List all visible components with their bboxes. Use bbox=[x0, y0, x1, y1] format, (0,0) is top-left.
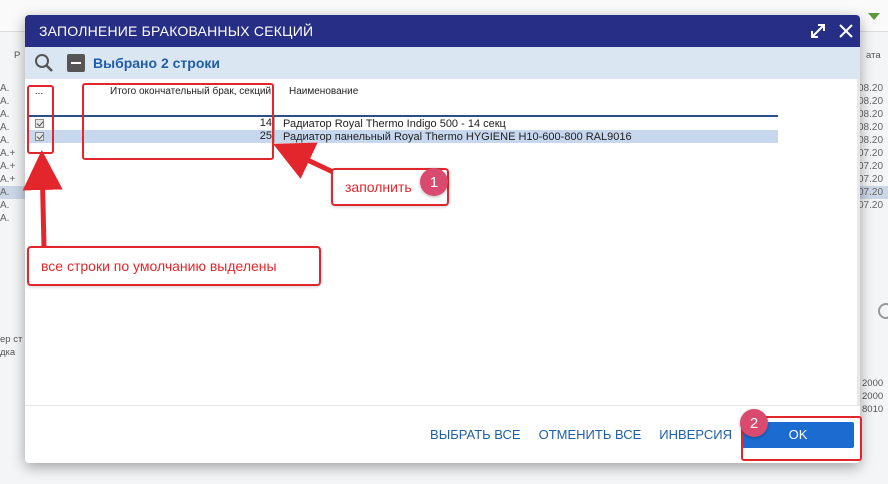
maximize-icon[interactable] bbox=[804, 15, 832, 47]
background-cell: A. bbox=[0, 186, 26, 199]
background-cell: A.+ bbox=[0, 148, 16, 159]
background-cell: 08.20 bbox=[858, 109, 884, 120]
background-cell: A. bbox=[0, 122, 10, 133]
background-cell: 8010 bbox=[862, 404, 884, 415]
dialog-title: ЗАПОЛНЕНИЕ БРАКОВАННЫХ СЕКЦИЙ bbox=[39, 23, 314, 39]
background-radio-icon[interactable] bbox=[878, 303, 888, 319]
row-name: Радиатор Royal Thermo Indigo 500 - 14 се… bbox=[283, 117, 506, 130]
annotation-box-checkboxes bbox=[27, 85, 54, 154]
background-cell: A.+ bbox=[0, 161, 16, 172]
background-cell: A. bbox=[0, 109, 10, 120]
background-cell: 08.20 bbox=[858, 122, 884, 133]
background-cell: 2000 bbox=[862, 378, 884, 389]
background-cell: A. bbox=[0, 200, 10, 211]
background-column-label-right: ата bbox=[866, 50, 881, 61]
background-column-label: Р bbox=[14, 50, 21, 61]
background-cell: 08.20 bbox=[858, 96, 884, 107]
column-header-name[interactable]: Наименование bbox=[275, 86, 358, 97]
background-cell: 2000 bbox=[862, 391, 884, 402]
background-cell: 08.20 bbox=[858, 83, 884, 94]
background-cell: 07.20 bbox=[858, 186, 888, 199]
background-right-rows: 08.20 08.20 08.20 08.20 08.20 07.20 07.2… bbox=[858, 82, 888, 212]
background-cell: 07.20 bbox=[858, 148, 884, 159]
close-icon[interactable] bbox=[832, 15, 860, 47]
background-left-rows: A. A. A. A. A. A.+ A.+ A.+ A. A. A. bbox=[0, 82, 26, 225]
background-cell: A. bbox=[0, 135, 10, 146]
background-cell: A. bbox=[0, 213, 10, 224]
step-badge-1: 1 bbox=[420, 168, 448, 196]
dialog-footer: ВЫБРАТЬ ВСЕ ОТМЕНИТЬ ВСЕ ИНВЕРСИЯ OK bbox=[25, 405, 860, 463]
annotation-box-qty-column bbox=[82, 83, 274, 160]
background-cell: A. bbox=[0, 83, 10, 94]
deselect-all-button[interactable]: ОТМЕНИТЬ ВСЕ bbox=[539, 427, 642, 442]
background-cell: 07.20 bbox=[858, 200, 884, 211]
background-cell: 07.20 bbox=[858, 161, 884, 172]
dialog-toolbar: Выбрано 2 строки bbox=[25, 47, 860, 79]
background-cell: 08.20 bbox=[858, 135, 884, 146]
step-badge-2: 2 bbox=[740, 409, 768, 437]
deselect-toggle-icon[interactable] bbox=[67, 54, 85, 72]
annotation-default-selected-callout: все строки по умолчанию выделены bbox=[27, 246, 321, 286]
dropdown-triangle-icon[interactable] bbox=[868, 13, 880, 20]
row-name: Радиатор панельный Royal Thermo HYGIENE … bbox=[283, 130, 632, 143]
background-cell: 07.20 bbox=[858, 174, 884, 185]
search-icon[interactable] bbox=[33, 52, 55, 74]
invert-selection-button[interactable]: ИНВЕРСИЯ bbox=[659, 427, 732, 442]
select-all-button[interactable]: ВЫБРАТЬ ВСЕ bbox=[430, 427, 521, 442]
background-cell: A. bbox=[0, 96, 10, 107]
grid-scrollbar[interactable] bbox=[857, 79, 860, 405]
selected-count-label: Выбрано 2 строки bbox=[93, 55, 220, 71]
dialog-titlebar: ЗАПОЛНЕНИЕ БРАКОВАННЫХ СЕКЦИЙ bbox=[25, 15, 860, 47]
background-label: ер ст bbox=[0, 334, 23, 345]
background-label: дка bbox=[0, 347, 16, 358]
background-cell: A.+ bbox=[0, 174, 16, 185]
